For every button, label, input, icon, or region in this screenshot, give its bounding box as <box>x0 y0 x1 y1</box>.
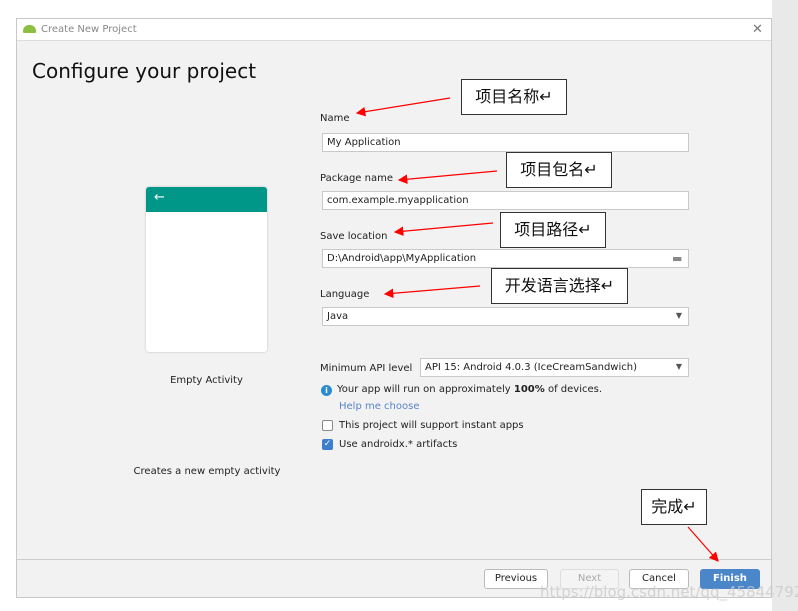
api-label: Minimum API level <box>320 363 413 374</box>
folder-icon[interactable]: ▬ <box>672 252 682 265</box>
annotation-finish: 完成↵ <box>641 489 707 525</box>
chevron-down-icon: ▼ <box>675 362 682 371</box>
package-label: Package name <box>320 173 393 184</box>
info-percent: 100% <box>513 384 545 395</box>
watermark: https://blog.csdn.net/qq_45844792 <box>540 583 798 601</box>
api-select[interactable]: API 15: Android 4.0.3 (IceCreamSandwich)… <box>420 358 689 377</box>
footer-divider <box>17 559 771 560</box>
title-bar: Create New Project ✕ <box>17 19 771 41</box>
help-link[interactable]: Help me choose <box>339 401 419 412</box>
annotation-package: 项目包名↵ <box>506 152 612 188</box>
location-label: Save location <box>320 231 388 242</box>
annotation-language: 开发语言选择↵ <box>491 268 628 304</box>
template-preview[interactable]: ← <box>146 187 267 352</box>
close-icon[interactable]: ✕ <box>752 22 763 37</box>
language-select[interactable]: Java ▼ <box>322 307 689 326</box>
language-value: Java <box>327 311 349 322</box>
template-name: Empty Activity <box>170 375 243 386</box>
page-title: Configure your project <box>32 59 257 83</box>
instant-apps-label: This project will support instant apps <box>339 420 524 431</box>
info-icon: i <box>321 385 332 396</box>
androidx-label: Use androidx.* artifacts <box>339 439 458 450</box>
background-strip <box>772 0 798 611</box>
arrow-left-icon: ← <box>146 187 267 212</box>
annotation-location: 项目路径↵ <box>500 212 606 248</box>
android-icon <box>23 25 36 33</box>
androidx-checkbox[interactable]: ✓ <box>322 439 333 450</box>
language-label: Language <box>320 289 370 300</box>
previous-button[interactable]: Previous <box>484 569 548 589</box>
instant-apps-checkbox[interactable] <box>322 420 333 431</box>
template-description: Creates a new empty activity <box>133 466 281 477</box>
name-label: Name <box>320 113 350 124</box>
info-text: Your app will run on approximately 100% … <box>337 384 602 395</box>
info-pre: Your app will run on approximately <box>337 384 514 395</box>
window-title: Create New Project <box>41 24 137 35</box>
name-input[interactable]: My Application <box>322 133 689 152</box>
chevron-down-icon: ▼ <box>675 311 682 320</box>
annotation-name: 项目名称↵ <box>461 79 567 115</box>
package-input[interactable]: com.example.myapplication <box>322 191 689 210</box>
info-post: of devices. <box>544 384 603 395</box>
location-input[interactable]: D:\Android\app\MyApplication <box>322 249 689 268</box>
api-value: API 15: Android 4.0.3 (IceCreamSandwich) <box>425 362 637 373</box>
